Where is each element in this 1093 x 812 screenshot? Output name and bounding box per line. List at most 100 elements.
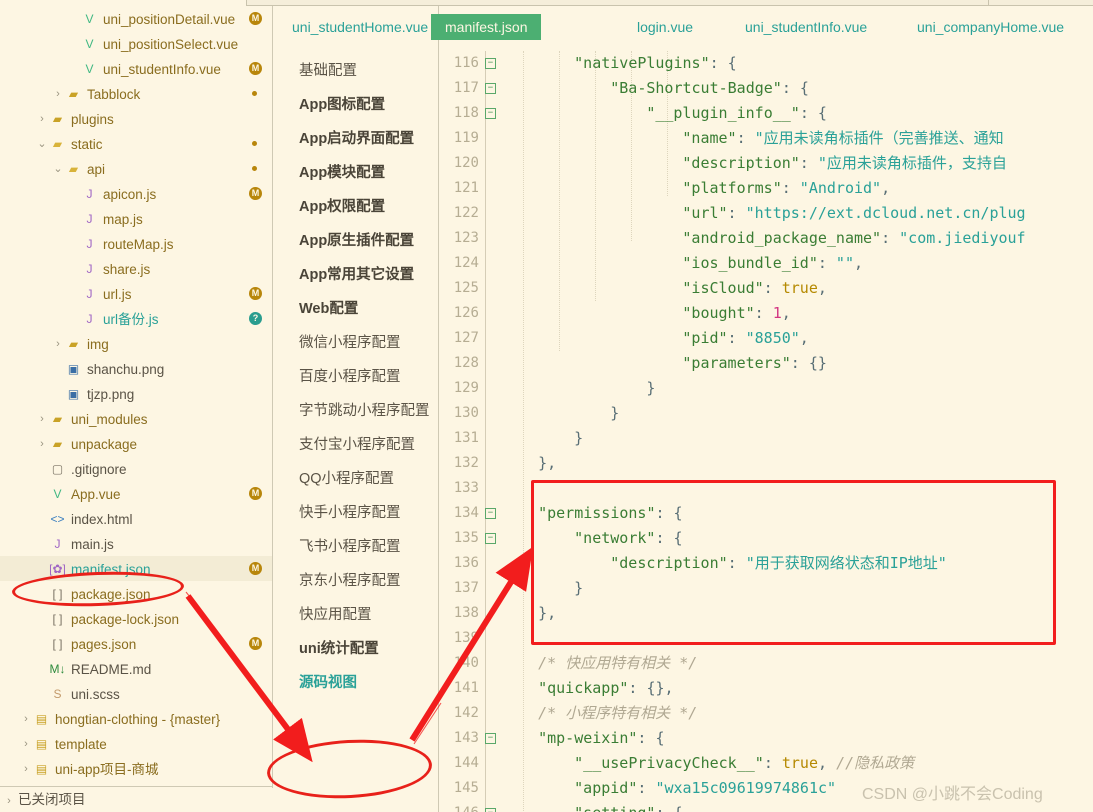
editor-tab[interactable]: uni_companyHome.vue (903, 14, 1078, 40)
code-line[interactable]: 120"description": "应用未读角标插件，支持自 (439, 151, 1093, 176)
config-nav-item[interactable]: 微信小程序配置 (273, 326, 438, 360)
chevron-down-icon[interactable]: ⌄ (52, 157, 64, 182)
code-line[interactable]: 124"ios_bundle_id": "", (439, 251, 1093, 276)
code-line[interactable]: 139 (439, 626, 1093, 651)
code-line[interactable]: 135−"network": { (439, 526, 1093, 551)
tree-row[interactable]: [ ]pages.jsonM (0, 631, 272, 656)
code-fold-toggle-icon[interactable]: − (485, 808, 496, 812)
code-line[interactable]: 125"isCloud": true, (439, 276, 1093, 301)
tree-row[interactable]: ›▰Tabblock (0, 81, 272, 106)
config-nav-item[interactable]: Web配置 (273, 292, 438, 326)
tree-row[interactable]: ⌄▰api (0, 156, 272, 181)
tree-row[interactable]: Jurl备份.js? (0, 306, 272, 331)
code-line[interactable]: 141"quickapp": {}, (439, 676, 1093, 701)
code-line[interactable]: 138}, (439, 601, 1093, 626)
code-line[interactable]: 123"android_package_name": "com.jiediyou… (439, 226, 1093, 251)
editor-tab[interactable]: uni_studentInfo.vue (731, 14, 881, 40)
chevron-right-icon[interactable]: › (36, 432, 48, 457)
config-nav-item[interactable]: 快手小程序配置 (273, 496, 438, 530)
tree-row[interactable]: ›▰plugins (0, 106, 272, 131)
tree-row[interactable]: ⌄▰static (0, 131, 272, 156)
tree-row[interactable]: ▣shanchu.png (0, 356, 272, 381)
code-line[interactable]: 128"parameters": {} (439, 351, 1093, 376)
code-line[interactable]: 130} (439, 401, 1093, 426)
config-nav-item[interactable]: App常用其它设置 (273, 258, 438, 292)
tree-row[interactable]: Vuni_positionDetail.vueM (0, 6, 272, 31)
tree-row[interactable]: VApp.vueM (0, 481, 272, 506)
config-nav-item[interactable]: 飞书小程序配置 (273, 530, 438, 564)
closed-projects-row[interactable]: ›已关闭项目 (0, 786, 272, 812)
tree-row[interactable]: ›▤hongtian-clothing - {master} (0, 706, 272, 731)
chevron-right-icon[interactable]: › (52, 332, 64, 357)
manifest-config-nav[interactable]: 基础配置App图标配置App启动界面配置App模块配置App权限配置App原生插… (273, 6, 439, 812)
config-nav-item[interactable]: 字节跳动小程序配置 (273, 394, 438, 428)
config-nav-item[interactable]: App模块配置 (273, 156, 438, 190)
chevron-right-icon[interactable]: › (52, 82, 64, 107)
code-fold-toggle-icon[interactable]: − (485, 83, 496, 94)
tree-row[interactable]: ›▰uni_modules (0, 406, 272, 431)
tree-row[interactable]: ▣tjzp.png (0, 381, 272, 406)
code-fold-toggle-icon[interactable]: − (485, 58, 496, 69)
code-fold-toggle-icon[interactable]: − (485, 733, 496, 744)
code-line[interactable]: 136"description": "用于获取网络状态和IP地址" (439, 551, 1093, 576)
config-nav-item[interactable]: App权限配置 (273, 190, 438, 224)
config-nav-item[interactable]: App启动界面配置 (273, 122, 438, 156)
config-nav-item[interactable]: 快应用配置 (273, 598, 438, 632)
code-line[interactable]: 126"bought": 1, (439, 301, 1093, 326)
chevron-right-icon[interactable]: › (36, 407, 48, 432)
config-nav-item[interactable]: App图标配置 (273, 88, 438, 122)
chevron-right-icon[interactable]: › (20, 757, 32, 782)
tree-row[interactable]: JrouteMap.js (0, 231, 272, 256)
config-nav-item[interactable]: QQ小程序配置 (273, 462, 438, 496)
editor-tab[interactable]: uni_studentHome.vue (278, 14, 442, 40)
config-nav-item[interactable]: 百度小程序配置 (273, 360, 438, 394)
code-line[interactable]: 132}, (439, 451, 1093, 476)
tree-row[interactable]: M↓README.md (0, 656, 272, 681)
code-line[interactable]: 144"__usePrivacyCheck__": true, //隐私政策 (439, 751, 1093, 776)
tree-row[interactable]: ▢.gitignore (0, 456, 272, 481)
tree-row[interactable]: Jmain.js (0, 531, 272, 556)
tree-row[interactable]: Jurl.jsM (0, 281, 272, 306)
config-nav-item[interactable]: 基础配置 (273, 54, 438, 88)
tree-row[interactable]: [✿]manifest.jsonM (0, 556, 272, 581)
editor-tab-bar[interactable]: uni_studentHome.vuemanifest.json login.vu… (273, 7, 1093, 41)
code-line[interactable]: 133 (439, 476, 1093, 501)
tree-row[interactable]: Jshare.js (0, 256, 272, 281)
tree-row[interactable]: Suni.scss (0, 681, 272, 706)
project-explorer-panel[interactable]: Vuni_positionDetail.vueMVuni_positionSel… (0, 6, 273, 788)
config-nav-item[interactable]: App原生插件配置 (273, 224, 438, 258)
editor-tab[interactable]: login.vue (623, 14, 707, 40)
code-line[interactable]: 118−"__plugin_info__": { (439, 101, 1093, 126)
tree-row[interactable]: ›▰img (0, 331, 272, 356)
code-line[interactable]: 119"name": "应用未读角标插件（完善推送、通知 (439, 126, 1093, 151)
code-line[interactable]: 134−"permissions": { (439, 501, 1093, 526)
chevron-right-icon[interactable]: › (20, 707, 32, 732)
code-fold-toggle-icon[interactable]: − (485, 108, 496, 119)
code-line[interactable]: 117−"Ba-Shortcut-Badge": { (439, 76, 1093, 101)
code-line[interactable]: 142/* 小程序特有相关 */ (439, 701, 1093, 726)
editor-tab[interactable]: manifest.json (431, 14, 541, 40)
code-line[interactable]: 131} (439, 426, 1093, 451)
code-editor[interactable]: 116−"nativePlugins": {117−"Ba-Shortcut-B… (439, 6, 1093, 812)
config-nav-item[interactable]: 支付宝小程序配置 (273, 428, 438, 462)
tree-row[interactable]: ›▰unpackage (0, 431, 272, 456)
code-line[interactable]: 127"pid": "8850", (439, 326, 1093, 351)
tree-row[interactable]: ›▤template (0, 731, 272, 756)
tree-row[interactable]: Vuni_positionSelect.vue (0, 31, 272, 56)
config-nav-item[interactable]: 源码视图 (273, 666, 438, 700)
editor-code-area[interactable]: 116−"nativePlugins": {117−"Ba-Shortcut-B… (439, 6, 1093, 812)
config-nav-item[interactable]: 京东小程序配置 (273, 564, 438, 598)
tree-row[interactable]: <>index.html (0, 506, 272, 531)
code-line[interactable]: 121"platforms": "Android", (439, 176, 1093, 201)
code-line[interactable]: 143−"mp-weixin": { (439, 726, 1093, 751)
tree-row[interactable]: Vuni_studentInfo.vueM (0, 56, 272, 81)
code-fold-toggle-icon[interactable]: − (485, 533, 496, 544)
code-fold-toggle-icon[interactable]: − (485, 508, 496, 519)
chevron-right-icon[interactable]: › (20, 732, 32, 757)
tree-row[interactable]: Jmap.js (0, 206, 272, 231)
code-line[interactable]: 140/* 快应用特有相关 */ (439, 651, 1093, 676)
tree-row[interactable]: Japicon.jsM (0, 181, 272, 206)
code-line[interactable]: 137} (439, 576, 1093, 601)
code-line[interactable]: 129} (439, 376, 1093, 401)
chevron-down-icon[interactable]: ⌄ (36, 132, 48, 157)
